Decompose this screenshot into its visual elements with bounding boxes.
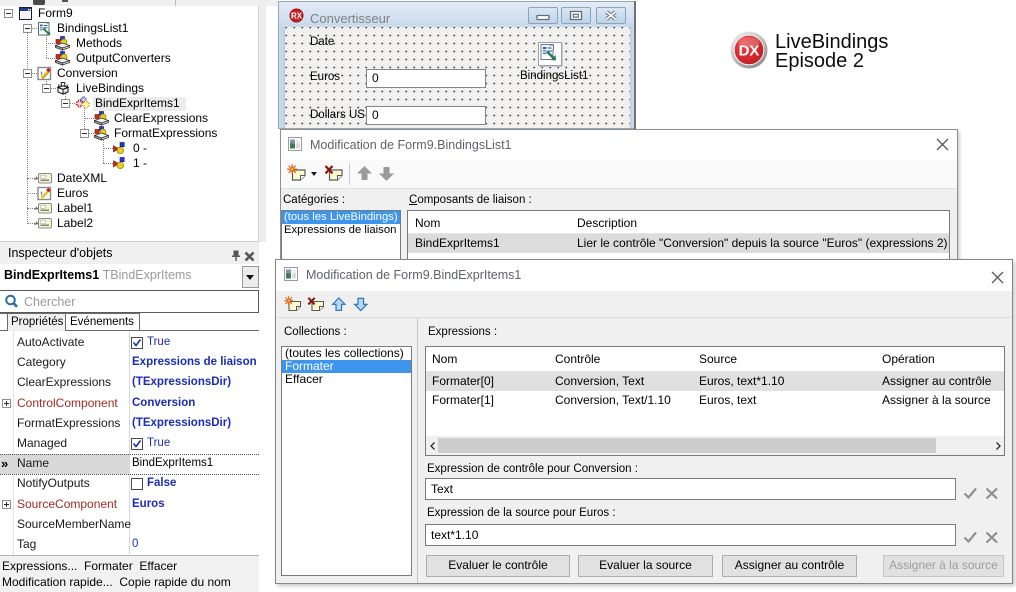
svg-text:RX: RX — [291, 11, 303, 20]
